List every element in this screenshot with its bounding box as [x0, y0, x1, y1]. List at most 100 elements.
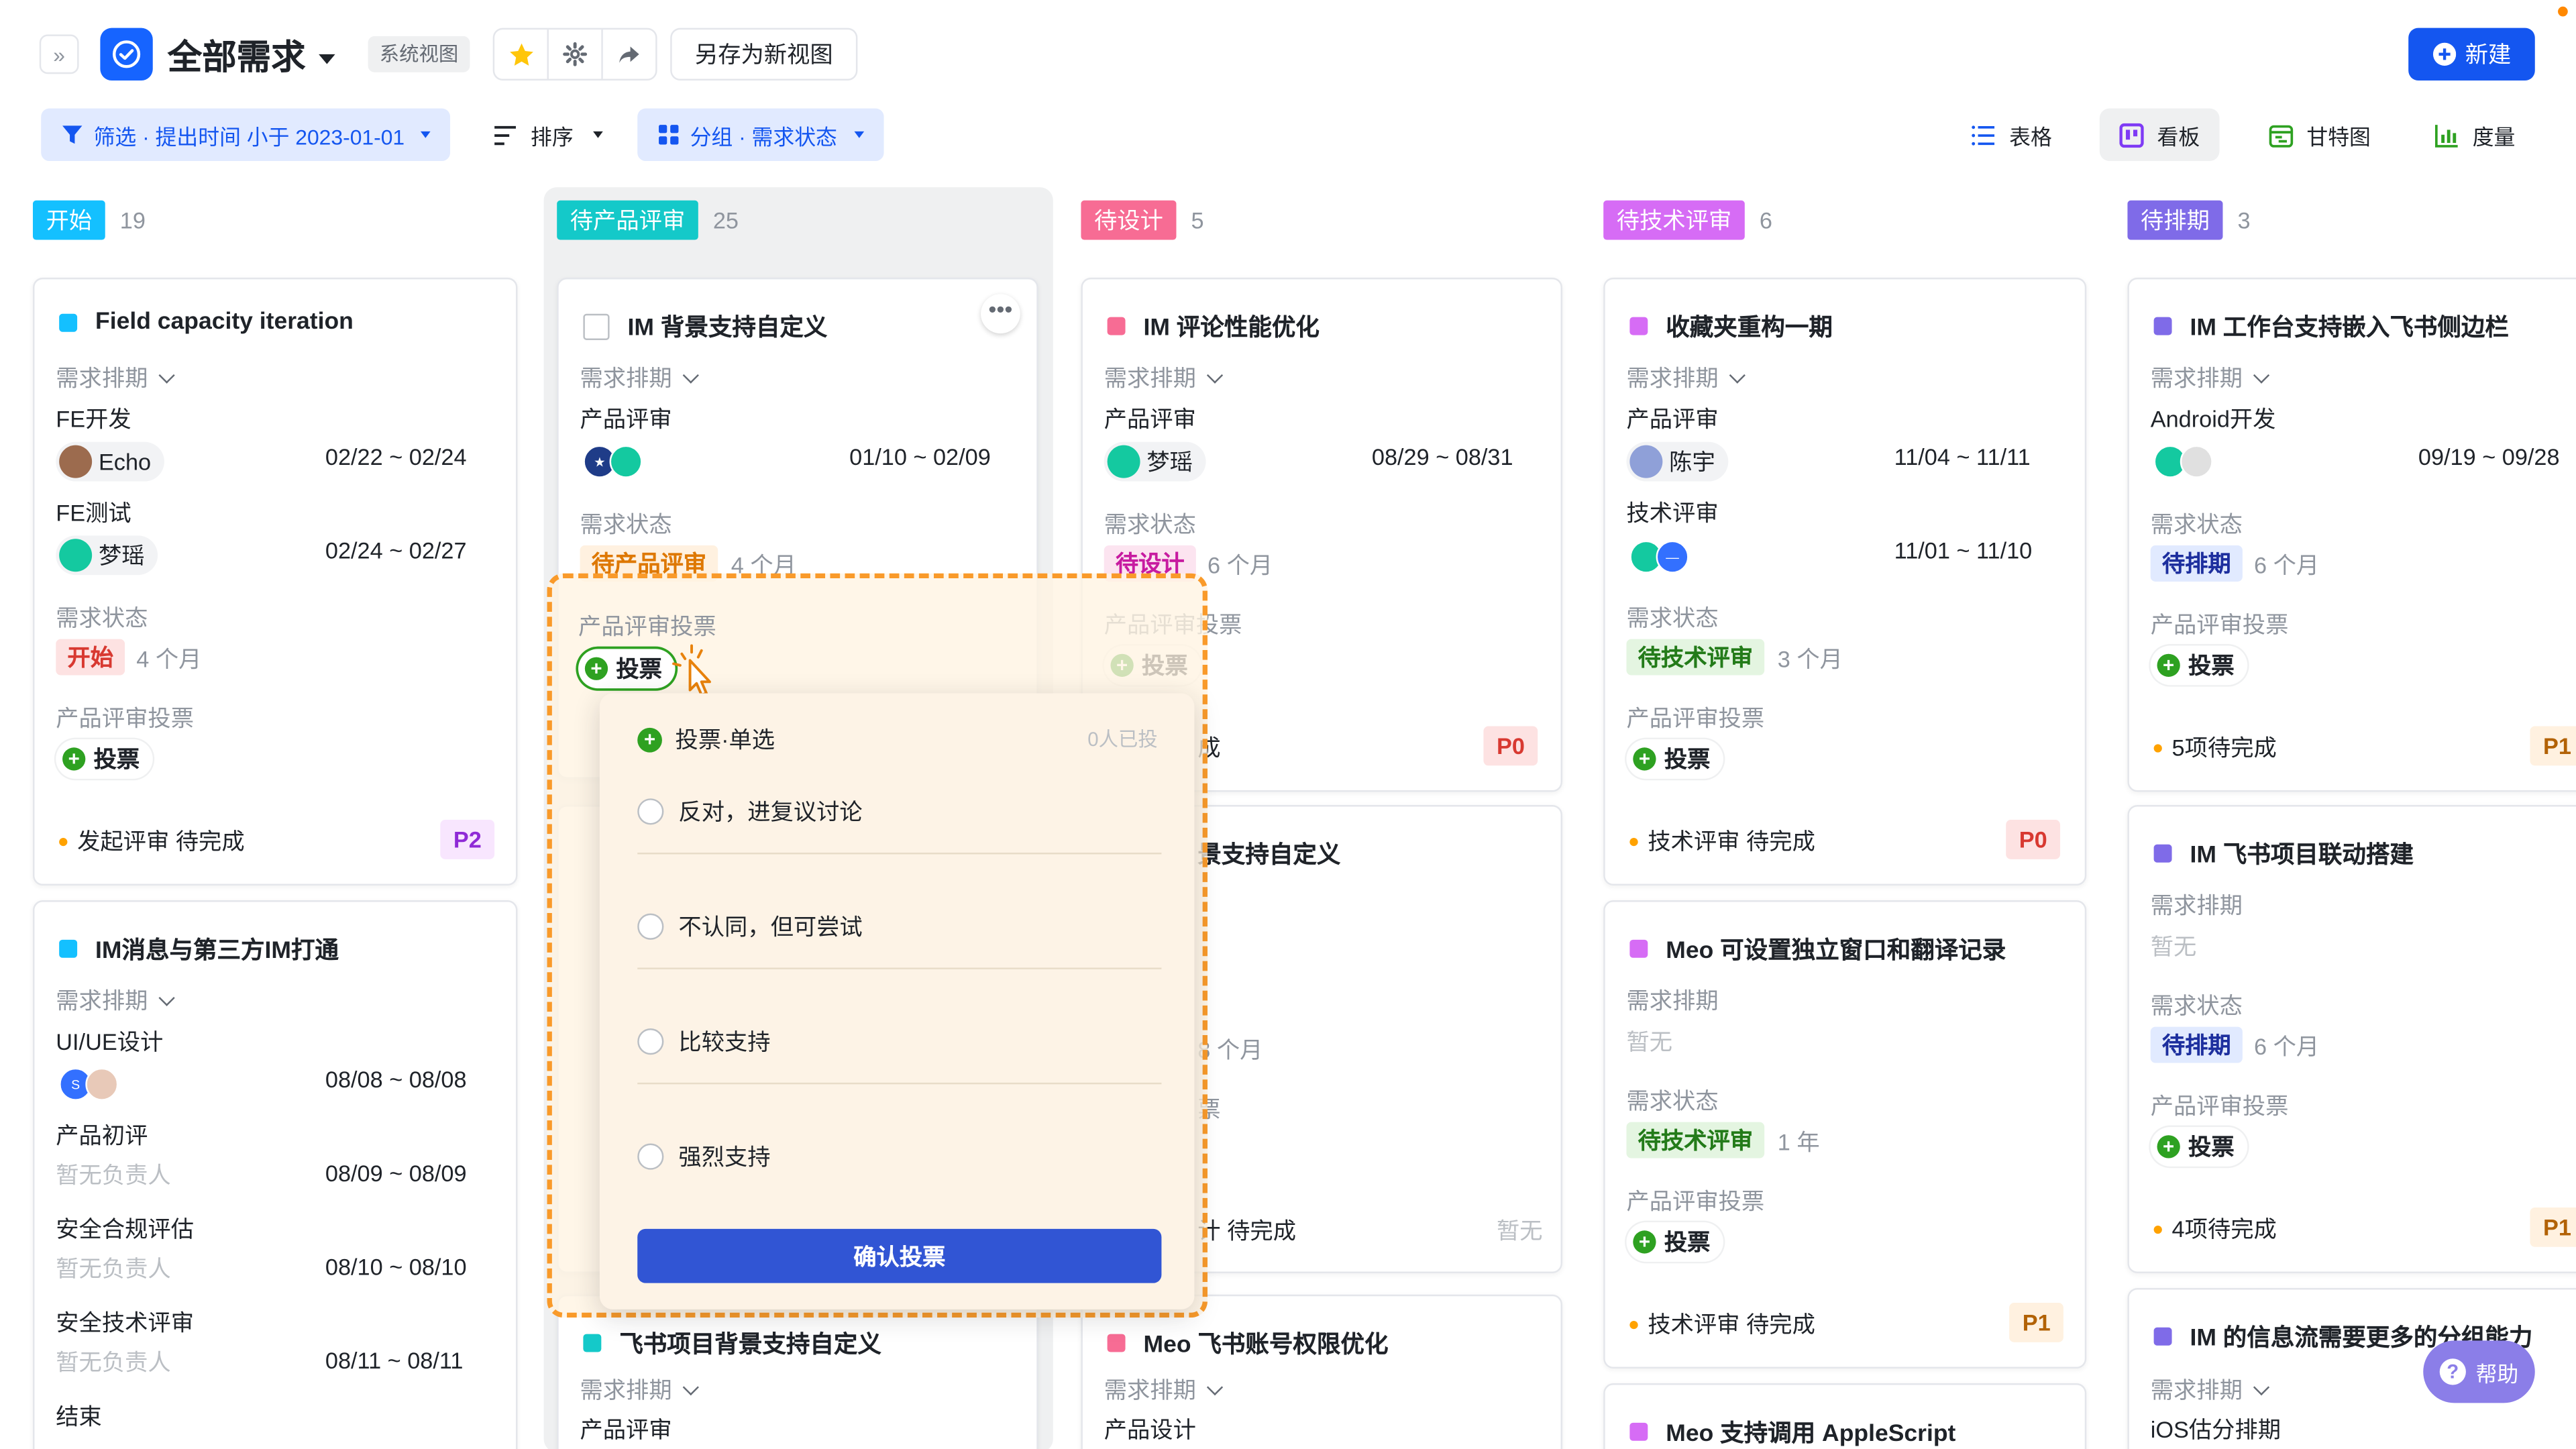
schedule-label-text: 需求排期 [580, 1377, 672, 1403]
vote-button[interactable]: + 投票 [1626, 739, 1723, 779]
star-icon [508, 42, 533, 65]
view-actions-group [492, 28, 657, 81]
assignee[interactable]: 陈宇 [1626, 441, 1729, 482]
vote-option[interactable]: 反对，进复议讨论 [637, 795, 863, 828]
radio-button[interactable] [637, 798, 664, 825]
tab-metrics[interactable]: 度量 [2415, 109, 2535, 161]
group-label: 分组 · 需求状态 [690, 123, 837, 149]
requirement-card[interactable]: IM 飞书项目联动搭建 需求排期 暂无 需求状态 待排期 6 个月 产品评审投票… [2127, 805, 2576, 1273]
schedule-label[interactable]: 需求排期 [1104, 362, 1224, 394]
column-header-pending-design[interactable]: 待设计 5 [1081, 200, 1204, 240]
view-title-dropdown[interactable]: 全部需求 [168, 32, 335, 80]
confirm-vote-button[interactable]: 确认投票 [637, 1228, 1162, 1283]
stage-name: 产品评审 [580, 405, 672, 433]
assignee[interactable]: Echo [56, 441, 164, 482]
card-footer: 5项待完成 [2153, 731, 2277, 764]
system-view-tag: 系统视图 [368, 36, 470, 72]
column-header-pending-schedule[interactable]: 待排期 3 [2127, 200, 2251, 240]
vote-button-label: 投票 [616, 655, 662, 682]
schedule-label[interactable]: 需求排期 [1104, 1373, 1224, 1406]
vote-button[interactable]: + 投票 [56, 739, 153, 779]
schedule-label[interactable]: 需求排期 [1626, 362, 1746, 394]
group-chip[interactable]: 分组 · 需求状态 [637, 108, 883, 162]
requirement-card[interactable]: IM消息与第三方IM打通 需求排期 UI/UE设计 S 08/08 ~ 08/0… [32, 900, 518, 1449]
requirement-card[interactable]: IM 工作台支持嵌入飞书侧边栏 需求排期 Android开发 09/19 ~ 0… [2127, 277, 2576, 792]
type-square-icon [2153, 317, 2172, 335]
schedule-label[interactable]: 需求排期 [580, 1373, 699, 1406]
stage-date: 08/11 ~ 08/11 [325, 1347, 464, 1374]
sort-button[interactable]: 排序 [493, 109, 603, 161]
stage-date: 11/04 ~ 11/11 [1894, 443, 2031, 470]
card-title: 收藏夹重构一期 [1629, 309, 1833, 343]
stage-name: Android开发 [2150, 405, 2276, 433]
schedule-label[interactable]: 需求排期 [2151, 362, 2270, 394]
stage-date: 08/29 ~ 08/31 [1371, 443, 1513, 470]
voted-count: 0人已投 [1087, 727, 1158, 751]
schedule-label[interactable]: 需求排期 [580, 362, 699, 394]
requirement-card[interactable]: Meo 可设置独立窗口和翻译记录 需求排期 暂无 需求状态 待技术评审 1 年 … [1603, 900, 2087, 1369]
expand-sidebar-button[interactable]: » [39, 34, 79, 74]
chevron-down-icon [158, 367, 175, 384]
settings-button[interactable] [549, 30, 603, 79]
status-badge: 待排期 [2150, 1026, 2243, 1063]
requirement-card[interactable]: Meo 飞书账号权限优化 需求排期 产品设计 [1081, 1294, 1562, 1449]
share-button[interactable] [603, 30, 655, 78]
type-square-icon [1107, 1334, 1126, 1352]
status-badge: 待技术评审 [1626, 639, 1765, 676]
filter-chip[interactable]: 筛选 · 提出时间 小于 2023-01-01 [41, 108, 451, 162]
tab-kanban[interactable]: 看板 [2099, 108, 2220, 162]
stage-name: 安全技术评审 [56, 1309, 194, 1336]
assignee[interactable]: 梦瑶 [56, 535, 158, 576]
new-button[interactable]: 新建 [2408, 28, 2535, 81]
card-title: Field capacity iteration [59, 309, 354, 335]
vote-button[interactable]: + 投票 [2150, 1127, 2248, 1167]
vote-option[interactable]: 比较支持 [637, 1025, 771, 1058]
save-as-new-view-button[interactable]: 另存为新视图 [670, 28, 858, 81]
stage-date: 08/10 ~ 08/10 [325, 1253, 467, 1280]
assignee[interactable]: 梦瑶 [1104, 441, 1206, 482]
card-title-text: IM 评论性能优化 [1143, 315, 1320, 342]
schedule-label[interactable]: 需求排期 [2151, 1373, 2270, 1406]
plus-icon: + [2157, 1135, 2180, 1159]
requirement-card[interactable]: 收藏夹重构一期 需求排期 产品评审 陈宇 11/04 ~ 11/11 技术评审 … [1603, 277, 2087, 886]
vote-option[interactable]: 强烈支持 [637, 1140, 771, 1173]
notification-dot [2558, 6, 2568, 17]
requirement-card[interactable]: 飞书项目背景支持自定义 需求排期 产品评审 [557, 1294, 1038, 1449]
stage-name: 产品设计 [1104, 1416, 1196, 1443]
more-options-icon[interactable]: ••• [981, 294, 1020, 334]
favorite-button[interactable] [494, 30, 549, 79]
stage-date: 11/01 ~ 11/10 [1894, 537, 2033, 564]
caret-down-icon [421, 131, 431, 138]
no-schedule: 暂无 [1626, 1028, 1673, 1055]
type-square-icon [1629, 1422, 1648, 1441]
vote-button[interactable]: + 投票 [1626, 1222, 1723, 1262]
stage-name: 产品评审 [580, 1416, 672, 1443]
vote-button[interactable]: + 投票 [2150, 645, 2248, 686]
column-tag: 开始 [32, 200, 105, 240]
radio-button[interactable] [637, 1028, 664, 1055]
card-footer: 技术评审 待完成 [1629, 1307, 1815, 1340]
tab-kanban-label: 看板 [2157, 123, 2200, 149]
requirement-card[interactable]: Meo 支持调用 AppleScript [1603, 1383, 2087, 1449]
radio-button[interactable] [637, 1143, 664, 1170]
requirement-card[interactable]: Field capacity iteration 需求排期 FE开发 Echo … [32, 277, 518, 886]
schedule-label-text: 需求排期 [56, 987, 148, 1014]
column-header-start[interactable]: 开始 19 [32, 200, 146, 240]
stage-date: 08/09 ~ 08/09 [325, 1159, 467, 1187]
status-label: 需求状态 [1626, 1087, 1719, 1114]
column-tag: 待设计 [1081, 200, 1177, 240]
column-header-pending-tech-review[interactable]: 待技术评审 6 [1603, 200, 1772, 240]
schedule-label[interactable]: 需求排期 [56, 984, 175, 1017]
column-header-pending-product-review[interactable]: 待产品评审 25 [557, 200, 739, 240]
status-label: 需求状态 [580, 511, 672, 537]
tab-gantt[interactable]: 甘特图 [2249, 109, 2391, 161]
vote-option[interactable]: 不认同，但可尝试 [637, 910, 863, 943]
footer-text: 计 待完成 [1197, 1217, 1296, 1244]
stage-date: 02/24 ~ 02/27 [325, 537, 467, 564]
priority-badge: P0 [1483, 726, 1538, 766]
checkbox[interactable] [583, 313, 610, 339]
radio-button[interactable] [637, 913, 664, 940]
tab-table[interactable]: 表格 [1951, 109, 2072, 161]
schedule-label[interactable]: 需求排期 [56, 362, 175, 394]
help-button[interactable]: ? 帮助 [2423, 1340, 2535, 1403]
